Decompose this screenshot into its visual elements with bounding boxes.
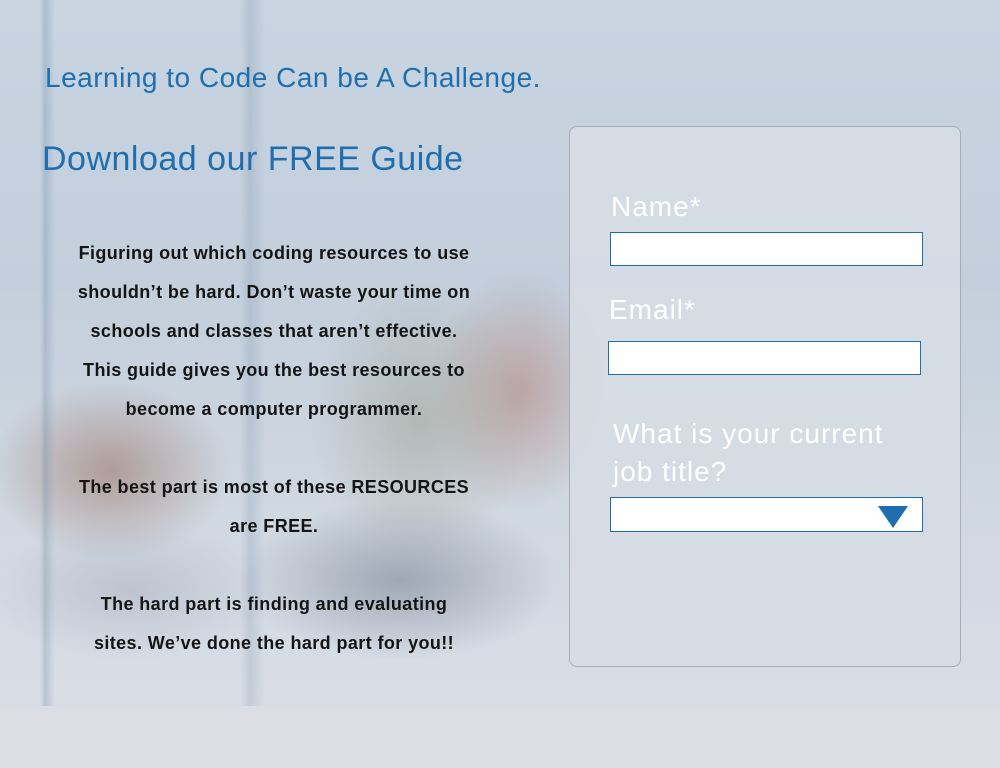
footer-band [0,706,1000,768]
job-title-label-line: What is your current [613,418,884,449]
copy-line: are FREE. [229,516,319,536]
signup-form: Name* Email* What is your current job ti… [569,126,961,667]
name-label: Name* [611,191,702,222]
triangle-down-icon[interactable] [878,506,908,528]
copy-line: become a computer programmer. [125,399,423,419]
copy-paragraph-2: The best part is most of these RESOURCES… [40,468,508,546]
headline: Learning to Code Can be A Challenge. [45,62,541,93]
copy-line: This guide gives you the best resources … [83,360,465,380]
job-title-select[interactable] [610,497,923,532]
copy-paragraph-1: Figuring out which coding resources to u… [40,234,508,429]
subheadline: Download our FREE Guide [42,140,464,178]
copy-line: The best part is most of these RESOURCES [78,477,470,497]
email-label: Email* [609,294,696,325]
copy-line: schools and classes that aren’t effectiv… [90,321,458,341]
body-copy: Figuring out which coding resources to u… [40,234,508,663]
copy-paragraph-3: The hard part is finding and evaluating … [40,585,508,663]
email-input[interactable] [608,341,921,375]
copy-line: sites. We’ve done the hard part for you!… [93,633,455,653]
copy-line: shouldn’t be hard. Don’t waste your time… [77,282,471,302]
copy-line: Figuring out which coding resources to u… [78,243,470,263]
job-title-label-line: job title? [613,456,728,487]
job-title-label: What is your current job title? [613,415,884,491]
copy-line: The hard part is finding and evaluating [100,594,448,614]
name-input[interactable] [610,232,923,266]
